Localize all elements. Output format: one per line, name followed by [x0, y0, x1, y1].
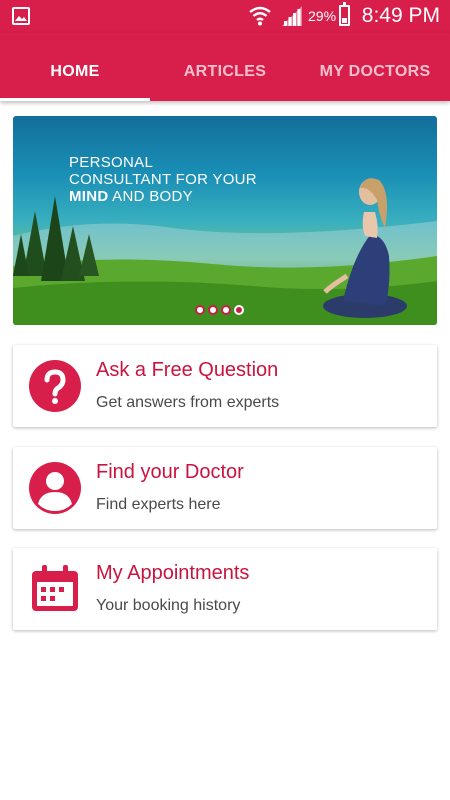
carousel-dot[interactable] — [208, 305, 218, 315]
banner-line-3: MIND AND BODY — [69, 188, 257, 205]
cell-signal-icon — [282, 6, 302, 26]
banner-line-1: PERSONAL — [69, 154, 154, 171]
card-subtitle: Get answers from experts — [96, 394, 280, 411]
gallery-notification-icon — [12, 7, 30, 25]
active-tab-indicator — [0, 98, 150, 101]
banner-tagline: PERSONAL CONSULTANT FOR YOUR MIND AND BO… — [69, 154, 257, 205]
wifi-icon — [249, 6, 271, 26]
banner-landscape-image — [13, 178, 437, 325]
promo-banner[interactable]: PERSONAL CONSULTANT FOR YOUR MIND AND BO… — [13, 116, 437, 325]
my-appointments-card[interactable]: My Appointments Your booking history — [13, 548, 437, 630]
status-bar: 29% 8:49 PM — [0, 0, 450, 33]
card-title: Ask a Free Question — [96, 359, 279, 381]
status-clock: 8:49 PM — [361, 4, 440, 27]
card-subtitle: Find experts here — [96, 496, 221, 513]
carousel-dot-active[interactable] — [234, 305, 244, 315]
card-title: My Appointments — [96, 562, 250, 584]
tab-bar: HOME ARTICLES MY DOCTORS — [0, 33, 450, 101]
battery-icon — [339, 2, 350, 26]
carousel-dot[interactable] — [221, 305, 231, 315]
find-doctor-card[interactable]: Find your Doctor Find experts here — [13, 447, 437, 529]
question-mark-icon — [29, 360, 81, 412]
card-subtitle: Your booking history — [96, 597, 241, 614]
calendar-icon — [32, 565, 78, 611]
carousel-indicator — [195, 305, 247, 315]
carousel-dot[interactable] — [195, 305, 205, 315]
banner-line-3-rest: AND BODY — [108, 188, 193, 205]
banner-line-2: CONSULTANT FOR YOUR — [69, 171, 257, 188]
ask-question-card[interactable]: Ask a Free Question Get answers from exp… — [13, 345, 437, 427]
battery-percent: 29% — [308, 8, 337, 24]
tab-my-doctors[interactable]: MY DOCTORS — [300, 33, 450, 101]
tab-articles[interactable]: ARTICLES — [150, 33, 300, 101]
user-profile-icon — [29, 462, 81, 514]
card-title: Find your Doctor — [96, 461, 244, 483]
tab-home[interactable]: HOME — [0, 33, 150, 101]
banner-bold-word: MIND — [69, 188, 109, 205]
